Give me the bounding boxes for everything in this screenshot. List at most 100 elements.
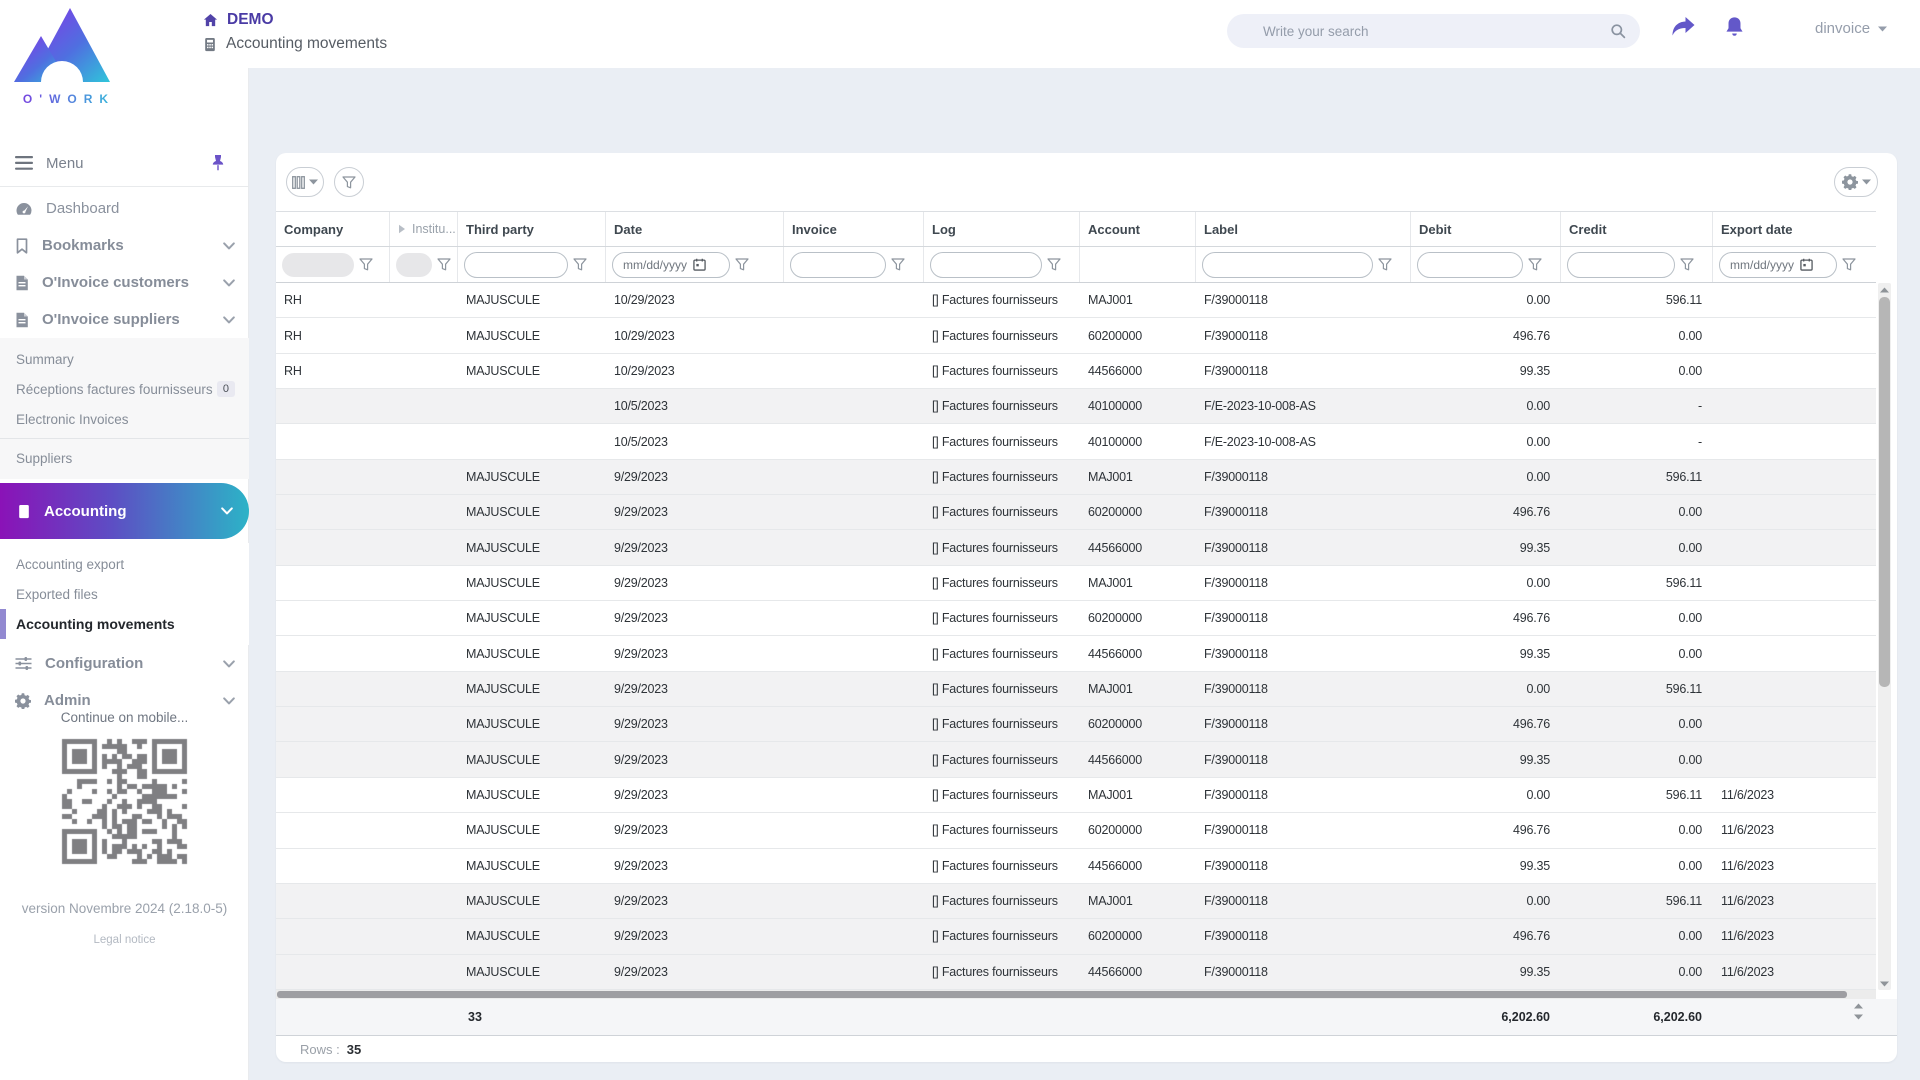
filter-funnel-icon[interactable] (573, 258, 587, 271)
sidebar-item-accounting-movements[interactable]: Accounting movements (0, 609, 249, 639)
table-row[interactable]: MAJUSCULE9/29/2023[] Factures fournisseu… (276, 919, 1876, 954)
cell-invoice (784, 601, 924, 635)
sidebar-item-exported-files[interactable]: Exported files (0, 579, 249, 609)
table-row[interactable]: MAJUSCULE9/29/2023[] Factures fournisseu… (276, 672, 1876, 707)
scroll-down-arrow-icon[interactable] (1878, 977, 1891, 990)
filter-input-third_party[interactable] (464, 252, 568, 278)
column-header-credit[interactable]: Credit (1561, 212, 1713, 246)
sidebar-item-electronic-invoices[interactable]: Electronic Invoices (0, 404, 249, 434)
filter-funnel-icon[interactable] (437, 258, 451, 271)
table-row[interactable]: MAJUSCULE9/29/2023[] Factures fournisseu… (276, 849, 1876, 884)
cell-invoice (784, 955, 924, 989)
filter-input-log[interactable] (930, 252, 1042, 278)
column-header-account[interactable]: Account (1080, 212, 1196, 246)
filter-input-debit[interactable] (1417, 252, 1523, 278)
column-header-third_party[interactable]: Third party (458, 212, 606, 246)
table-row[interactable]: RHMAJUSCULE10/29/2023[] Factures fournis… (276, 354, 1876, 389)
sidebar-item-oinvoice-suppliers[interactable]: O'Invoice suppliers (0, 301, 249, 338)
search-icon[interactable] (1610, 23, 1626, 39)
sidebar-item-bookmarks[interactable]: Bookmarks (0, 227, 249, 264)
cell-label: F/39000118 (1196, 354, 1411, 388)
horizontal-scrollbar-thumb[interactable] (277, 991, 1847, 998)
table-row[interactable]: 10/5/2023[] Factures fournisseurs4010000… (276, 389, 1876, 424)
filter-funnel-icon[interactable] (1842, 258, 1856, 271)
cell-third_party: MAJUSCULE (458, 601, 606, 635)
sidebar-item-suppliers[interactable]: Suppliers (0, 443, 249, 473)
sidebar-item-oinvoice-customers[interactable]: O'Invoice customers (0, 264, 249, 301)
scroll-down-arrow-icon[interactable] (1854, 1014, 1863, 1020)
sidebar-item-receptions[interactable]: Réceptions factures fournisseurs 0 (0, 374, 249, 404)
sidebar-item-accounting[interactable]: Accounting (0, 483, 249, 539)
calendar-icon[interactable] (693, 258, 706, 271)
scroll-up-arrow-icon[interactable] (1854, 1003, 1863, 1009)
column-header-log[interactable]: Log (924, 212, 1080, 246)
expand-column-icon[interactable] (398, 224, 406, 234)
app-logo[interactable]: O'WORK (14, 8, 124, 116)
filter-funnel-icon[interactable] (891, 258, 905, 271)
filter-input-label[interactable] (1202, 252, 1373, 278)
table-row[interactable]: MAJUSCULE9/29/2023[] Factures fournisseu… (276, 495, 1876, 530)
columns-chooser-button[interactable] (286, 167, 324, 197)
search-input[interactable] (1263, 24, 1610, 39)
column-header-date[interactable]: Date (606, 212, 784, 246)
filter-funnel-icon[interactable] (1528, 258, 1542, 271)
sidebar-item-summary[interactable]: Summary (0, 344, 249, 374)
sidebar-item-accounting-export[interactable]: Accounting export (0, 549, 249, 579)
cell-institution (390, 424, 458, 458)
table-settings-button[interactable] (1834, 167, 1878, 197)
filter-funnel-icon[interactable] (1378, 258, 1392, 271)
filter-date-input-export_date[interactable]: mm/dd/yyyy (1719, 252, 1837, 278)
column-header-export_date[interactable]: Export date (1713, 212, 1876, 246)
vertical-scrollbar-thumb[interactable] (1879, 297, 1890, 687)
table-row[interactable]: MAJUSCULE9/29/2023[] Factures fournisseu… (276, 955, 1876, 990)
table-row[interactable]: MAJUSCULE9/29/2023[] Factures fournisseu… (276, 601, 1876, 636)
vertical-scrollbar[interactable] (1878, 283, 1891, 990)
cell-company: RH (276, 318, 390, 352)
filter-funnel-icon[interactable] (1680, 258, 1694, 271)
filter-input-credit[interactable] (1567, 252, 1675, 278)
search-bar[interactable] (1227, 14, 1640, 48)
pin-icon[interactable] (211, 155, 225, 171)
column-header-institution[interactable]: Institu... (390, 212, 458, 246)
table-row[interactable]: MAJUSCULE9/29/2023[] Factures fournisseu… (276, 813, 1876, 848)
table-row[interactable]: 10/5/2023[] Factures fournisseurs4010000… (276, 424, 1876, 459)
column-header-invoice[interactable]: Invoice (784, 212, 924, 246)
sidebar-item-configuration[interactable]: Configuration (0, 645, 249, 682)
filter-funnel-icon[interactable] (359, 258, 373, 271)
table-row[interactable]: MAJUSCULE9/29/2023[] Factures fournisseu… (276, 707, 1876, 742)
table-row[interactable]: MAJUSCULE9/29/2023[] Factures fournisseu… (276, 530, 1876, 565)
filter-input-invoice[interactable] (790, 252, 886, 278)
cell-debit: 496.76 (1411, 495, 1561, 529)
column-header-label: Credit (1569, 222, 1607, 237)
scroll-up-arrow-icon[interactable] (1878, 283, 1891, 296)
table-row[interactable]: MAJUSCULE9/29/2023[] Factures fournisseu… (276, 884, 1876, 919)
column-header-label[interactable]: Label (1196, 212, 1411, 246)
cell-debit: 0.00 (1411, 424, 1561, 458)
calendar-icon[interactable] (1800, 258, 1813, 271)
filter-button[interactable] (334, 167, 364, 197)
table-row[interactable]: MAJUSCULE9/29/2023[] Factures fournisseu… (276, 636, 1876, 671)
table-row[interactable]: RHMAJUSCULE10/29/2023[] Factures fournis… (276, 283, 1876, 318)
breadcrumb-demo[interactable]: DEMO (227, 11, 274, 29)
cell-debit: 496.76 (1411, 707, 1561, 741)
table-row[interactable]: RHMAJUSCULE10/29/2023[] Factures fournis… (276, 318, 1876, 353)
table-row[interactable]: MAJUSCULE9/29/2023[] Factures fournisseu… (276, 460, 1876, 495)
cell-log: [] Factures fournisseurs (924, 919, 1080, 953)
legal-notice-link[interactable]: Legal notice (0, 934, 249, 946)
filter-funnel-icon[interactable] (1047, 258, 1061, 271)
filter-funnel-icon[interactable] (735, 258, 749, 271)
table-row[interactable]: MAJUSCULE9/29/2023[] Factures fournisseu… (276, 566, 1876, 601)
share-button[interactable] (1671, 16, 1697, 38)
user-menu[interactable]: dinvoice (1815, 20, 1887, 37)
notifications-bell-icon[interactable] (1724, 16, 1745, 39)
horizontal-scrollbar[interactable] (276, 990, 1876, 999)
table-footer: Rows : 35 (276, 1036, 1897, 1062)
filter-date-input-date[interactable]: mm/dd/yyyy (612, 252, 730, 278)
cell-credit: 0.00 (1561, 919, 1713, 953)
table-row[interactable]: MAJUSCULE9/29/2023[] Factures fournisseu… (276, 742, 1876, 777)
table-row[interactable]: MAJUSCULE9/29/2023[] Factures fournisseu… (276, 778, 1876, 813)
sidebar-menu-toggle[interactable]: Menu (0, 140, 249, 187)
column-header-company[interactable]: Company (276, 212, 390, 246)
column-header-debit[interactable]: Debit (1411, 212, 1561, 246)
sidebar-item-dashboard[interactable]: Dashboard (0, 190, 249, 227)
